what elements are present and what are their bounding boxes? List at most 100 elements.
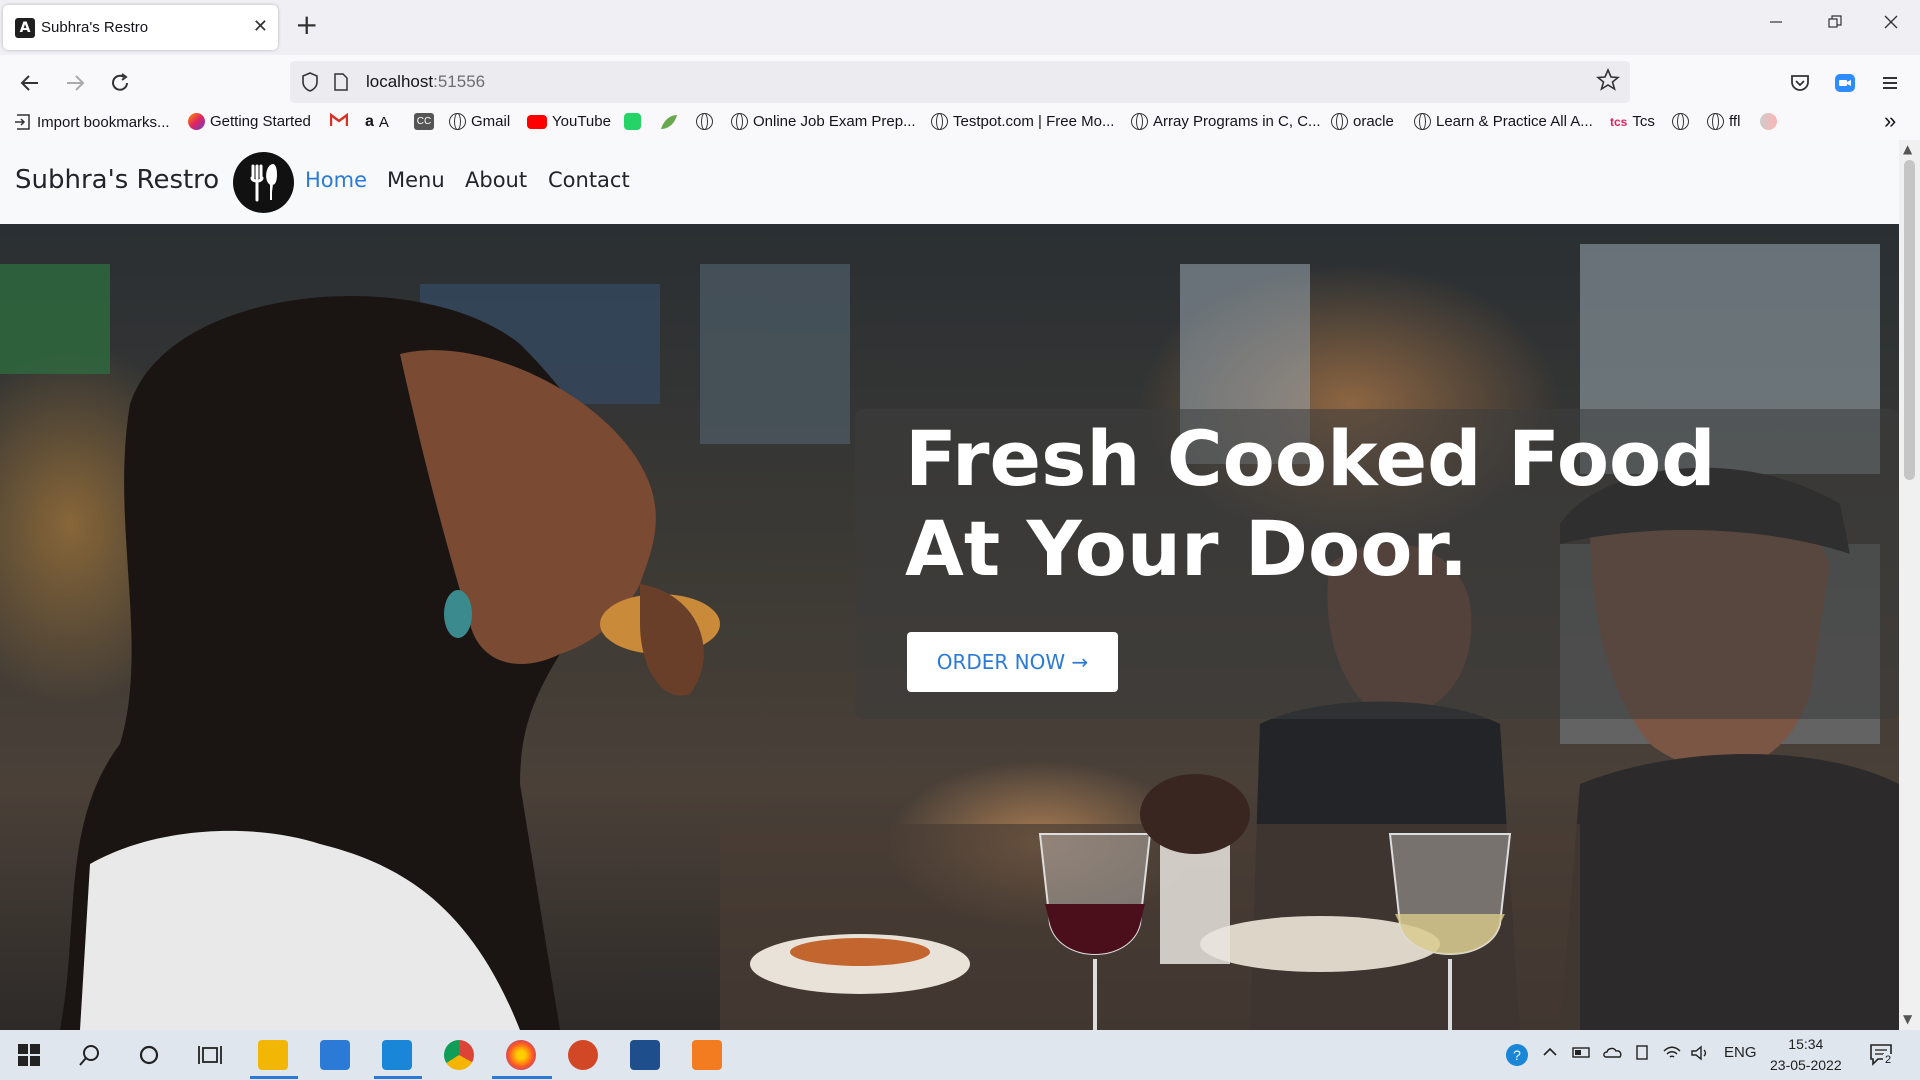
firefox-icon: [188, 113, 205, 130]
clock-time: 15:34: [1788, 1036, 1824, 1052]
pocket-icon[interactable]: [1784, 67, 1816, 99]
chrome-icon[interactable]: [444, 1040, 474, 1070]
bookmark-item[interactable]: tcs Tcs: [1610, 113, 1655, 130]
active-indicator: [492, 1076, 552, 1079]
bookmark-item[interactable]: oracle: [1331, 113, 1394, 130]
bookmark-item[interactable]: [1672, 113, 1689, 130]
zoom-extension-icon[interactable]: [1829, 67, 1861, 99]
bookmarks-overflow-button[interactable]: »: [1884, 108, 1896, 134]
bookmark-item[interactable]: CC: [414, 113, 434, 130]
scroll-thumb[interactable]: [1904, 160, 1915, 480]
clock[interactable]: 15:34 23-05-2022: [1770, 1034, 1842, 1076]
bookmark-item[interactable]: Getting Started: [188, 113, 311, 130]
bookmark-label: Tcs: [1632, 113, 1655, 130]
nav-menu[interactable]: Menu: [387, 168, 445, 192]
globe-icon: [1672, 113, 1689, 130]
shield-icon[interactable]: [300, 71, 320, 97]
search-icon[interactable]: [78, 1043, 102, 1071]
globe-icon: [696, 113, 713, 130]
nav-home[interactable]: Home: [305, 168, 367, 192]
bookmark-label: Online Job Exam Prep...: [753, 113, 916, 130]
globe-icon: [449, 113, 466, 130]
hero-heading: Fresh Cooked Food At Your Door.: [905, 414, 1885, 594]
nav-about[interactable]: About: [465, 168, 527, 192]
globe-icon: [931, 113, 948, 130]
device-icon[interactable]: [1634, 1044, 1652, 1066]
site-brand[interactable]: Subhra's Restro: [15, 165, 219, 195]
bookmark-label: ffl: [1729, 113, 1741, 130]
task-view-icon[interactable]: [198, 1044, 222, 1070]
bookmark-item[interactable]: [1760, 113, 1777, 130]
angular-icon: A: [15, 18, 35, 38]
scroll-down-icon[interactable]: ▼: [1903, 1012, 1912, 1026]
language-indicator[interactable]: ENG: [1724, 1044, 1757, 1061]
bookmark-item[interactable]: Import bookmarks...: [14, 113, 170, 131]
bookmark-item[interactable]: a A: [365, 113, 389, 131]
browser-tab[interactable]: A Subhra's Restro ✕: [3, 5, 278, 50]
notification-count: 2: [1883, 1054, 1894, 1066]
url-text[interactable]: localhost:51556: [366, 72, 485, 92]
file-explorer-icon[interactable]: [258, 1040, 288, 1070]
bookmark-item[interactable]: Array Programs in C, C...: [1131, 113, 1321, 130]
tcs-icon: tcs: [1610, 114, 1628, 129]
menu-icon[interactable]: [1874, 67, 1906, 99]
bookmark-label: A: [378, 113, 389, 131]
mail-icon[interactable]: [320, 1040, 350, 1070]
globe-icon: [1414, 113, 1431, 130]
wifi-icon[interactable]: [1662, 1044, 1682, 1066]
bookmark-item[interactable]: Online Job Exam Prep...: [731, 113, 916, 130]
powerpoint-icon[interactable]: [568, 1040, 598, 1070]
bookmark-item[interactable]: Learn & Practice All A...: [1414, 113, 1593, 130]
bookmark-item[interactable]: Gmail: [449, 113, 510, 130]
gmail-icon: [330, 113, 348, 126]
bookmark-item[interactable]: [624, 113, 641, 130]
bookmark-star-icon[interactable]: [1595, 67, 1621, 98]
forward-button[interactable]: [59, 67, 91, 99]
site-navbar: Subhra's Restro Home Menu About Contact: [0, 140, 1899, 224]
new-tab-button[interactable]: +: [295, 10, 318, 40]
bookmark-item[interactable]: [659, 113, 679, 131]
browser-tab-bar: A Subhra's Restro ✕ +: [0, 0, 1920, 55]
chevron-up-icon[interactable]: [1542, 1044, 1558, 1064]
bookmark-item[interactable]: [330, 113, 348, 127]
cortana-icon[interactable]: [138, 1044, 160, 1070]
nav-contact[interactable]: Contact: [548, 168, 630, 192]
onedrive-icon[interactable]: [1602, 1044, 1624, 1064]
import-icon: [15, 114, 30, 130]
restore-icon[interactable]: [1827, 14, 1843, 35]
battery-icon[interactable]: [1572, 1044, 1592, 1064]
bookmark-item[interactable]: ffl: [1707, 113, 1740, 130]
active-indicator: [374, 1076, 422, 1079]
bookmark-label: Getting Started: [210, 113, 311, 130]
back-button[interactable]: [14, 67, 46, 99]
notifications-icon[interactable]: 2: [1868, 1042, 1896, 1072]
minimize-icon[interactable]: [1768, 14, 1784, 35]
windows-taskbar: ? ENG 15:34 23-05-2022 2: [0, 1030, 1920, 1080]
reload-button[interactable]: [104, 67, 136, 99]
fork-knife-logo-icon[interactable]: [233, 152, 294, 213]
bookmark-item[interactable]: [696, 113, 713, 130]
bookmark-item[interactable]: YouTube: [527, 113, 611, 130]
close-tab-icon[interactable]: ✕: [253, 16, 268, 37]
help-icon[interactable]: ?: [1505, 1043, 1529, 1071]
url-bar[interactable]: localhost:51556: [290, 61, 1630, 103]
bookmarks-toolbar: Import bookmarks... Getting Started a A …: [0, 108, 1920, 138]
volume-icon[interactable]: [1690, 1044, 1710, 1066]
windows-start-icon[interactable]: [18, 1044, 40, 1070]
browser-nav-bar: localhost:51556: [0, 55, 1920, 110]
clock-date: 23-05-2022: [1770, 1057, 1842, 1073]
bookmark-label: Array Programs in C, C...: [1153, 113, 1321, 130]
firefox-taskbar-icon[interactable]: [506, 1040, 536, 1070]
page-icon[interactable]: [332, 72, 350, 96]
vscode-icon[interactable]: [382, 1040, 412, 1070]
bookmark-item[interactable]: Testpot.com | Free Mo...: [931, 113, 1114, 130]
order-now-button[interactable]: ORDER NOW →: [907, 632, 1118, 692]
globe-icon: [1331, 113, 1348, 130]
page-scrollbar[interactable]: ▲ ▼: [1899, 140, 1920, 1030]
devcpp-icon[interactable]: [630, 1040, 660, 1070]
close-window-icon[interactable]: [1883, 14, 1899, 35]
bookmark-favicon-icon: [1760, 113, 1777, 130]
scroll-up-icon[interactable]: ▲: [1903, 142, 1912, 156]
globe-icon: [1707, 113, 1724, 130]
xampp-icon[interactable]: [692, 1040, 722, 1070]
